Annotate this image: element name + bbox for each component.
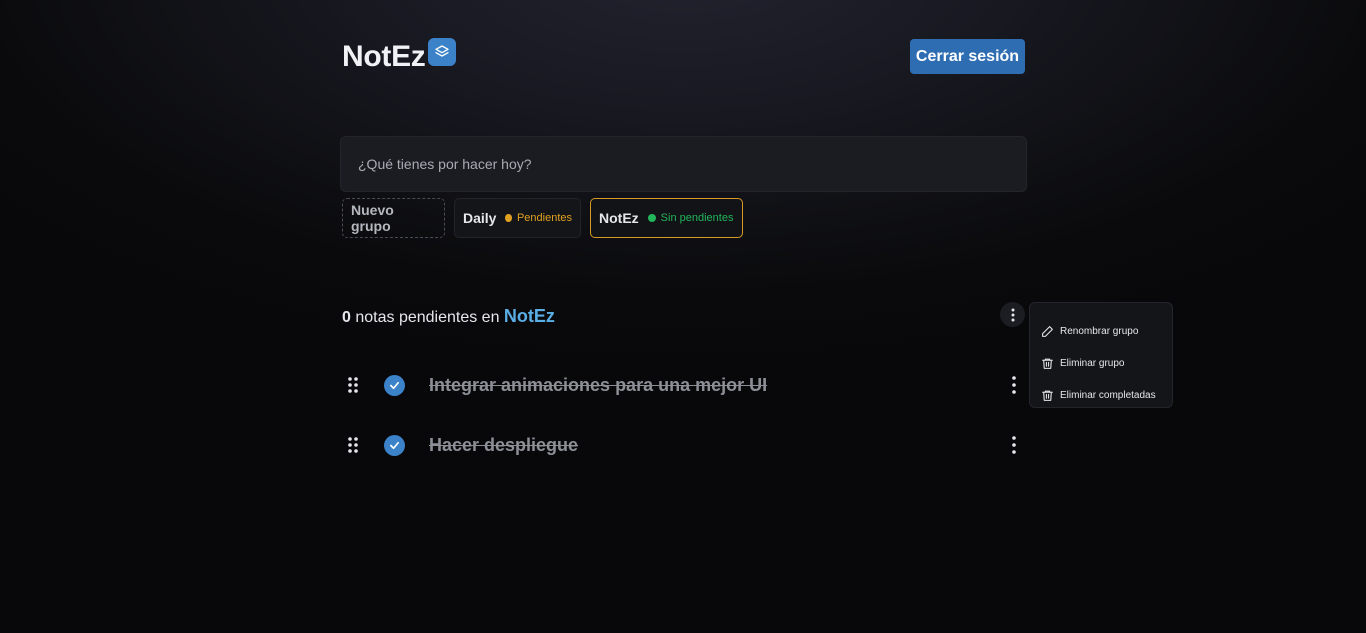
- status-dot: [647, 214, 656, 222]
- layers-icon: [427, 38, 456, 66]
- new-group-button[interactable]: Nuevo grupo: [342, 198, 445, 238]
- task-text[interactable]: Hacer despliegue: [429, 435, 578, 456]
- pencil-icon: [1042, 325, 1053, 337]
- menu-item-label: Eliminar completadas: [1060, 389, 1156, 401]
- new-group-label: Nuevo grupo: [351, 202, 394, 234]
- task-options-button[interactable]: [1001, 432, 1027, 458]
- group-tabs: Nuevo grupo Daily Pendientes NotEz Sin p…: [342, 198, 743, 238]
- check-icon: [390, 441, 399, 449]
- task-options-button[interactable]: [1001, 372, 1027, 398]
- task-item: Integrar animaciones para una mejor UI: [342, 365, 1027, 405]
- group-name: NotEz: [599, 210, 639, 226]
- more-vertical-icon: [1012, 376, 1016, 394]
- group-tab-daily[interactable]: Daily Pendientes: [454, 198, 581, 238]
- pending-summary: 0 notas pendientes en NotEz: [342, 306, 555, 327]
- more-vertical-icon: [1012, 436, 1016, 454]
- pending-text: notas pendientes en: [350, 309, 504, 326]
- group-name: Daily: [463, 210, 497, 226]
- more-vertical-icon: [1011, 308, 1014, 321]
- app-title: NotEz: [342, 40, 426, 73]
- task-text[interactable]: Integrar animaciones para una mejor UI: [429, 375, 767, 396]
- drag-handle-icon[interactable]: [342, 434, 364, 456]
- menu-item-delete-completed[interactable]: Eliminar completadas: [1030, 379, 1172, 411]
- task-checkbox[interactable]: [384, 434, 405, 456]
- group-status: Pendientes: [516, 212, 572, 224]
- app-logo: NotEz: [342, 38, 456, 76]
- new-task-input[interactable]: [340, 136, 1027, 192]
- drag-handle-icon[interactable]: [342, 374, 364, 396]
- menu-item-delete-group[interactable]: Eliminar grupo: [1030, 347, 1172, 379]
- check-icon: [390, 381, 399, 389]
- task-item: Hacer despliegue: [342, 425, 1027, 465]
- pending-count: 0: [342, 309, 351, 326]
- menu-item-label: Renombrar grupo: [1060, 325, 1139, 337]
- task-checkbox[interactable]: [384, 374, 405, 396]
- trash-icon: [1042, 390, 1053, 401]
- group-options-button[interactable]: [1000, 302, 1025, 327]
- group-status: Sin pendientes: [660, 212, 734, 224]
- logout-button[interactable]: Cerrar sesión: [910, 39, 1025, 74]
- trash-icon: [1042, 358, 1053, 369]
- status-dot: [505, 214, 512, 222]
- group-tab-notez[interactable]: NotEz Sin pendientes: [590, 198, 743, 238]
- current-group-name: NotEz: [503, 306, 555, 326]
- menu-item-rename-group[interactable]: Renombrar grupo: [1030, 315, 1172, 347]
- menu-item-label: Eliminar grupo: [1060, 357, 1125, 369]
- group-options-menu: Renombrar grupo Eliminar grupo Eliminar …: [1029, 302, 1173, 408]
